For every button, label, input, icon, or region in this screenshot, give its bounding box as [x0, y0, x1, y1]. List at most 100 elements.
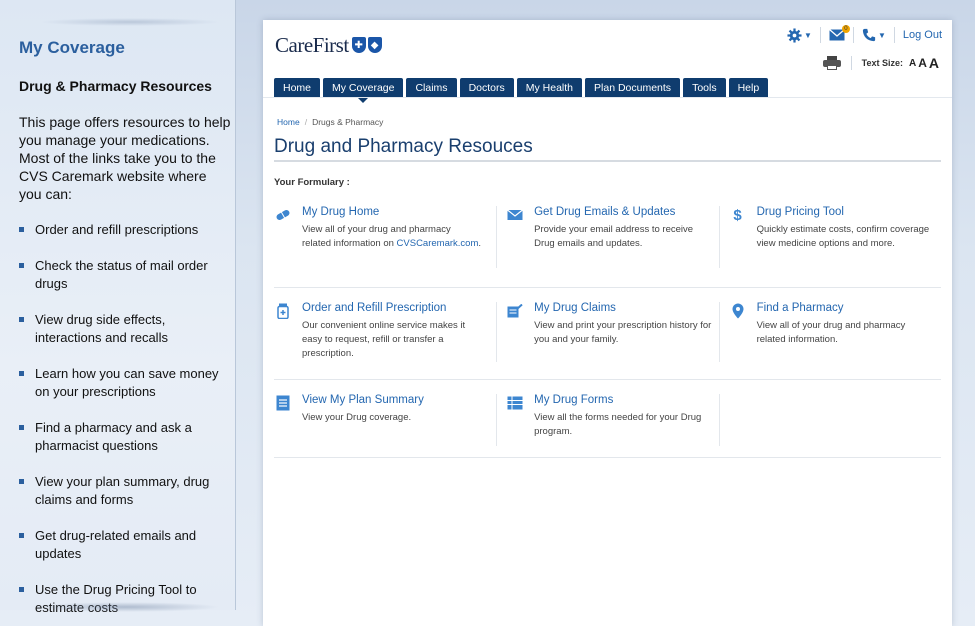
- row-divider: [274, 457, 941, 458]
- resource-find-pharmacy: Find a Pharmacy View all of your drug an…: [718, 298, 941, 380]
- tab-help[interactable]: Help: [728, 78, 769, 97]
- resource-title-link[interactable]: My Drug Home: [302, 206, 496, 218]
- sidebar-list-item-text: Get drug-related emails and updates: [35, 528, 197, 561]
- bullet-icon: [19, 533, 24, 538]
- prescription-bottle-icon: [274, 303, 292, 319]
- divider: [718, 302, 720, 362]
- sidebar-list-item-text: Learn how you can save money on your pre…: [35, 366, 219, 399]
- divider: [852, 27, 854, 43]
- sidebar-list-item: Check the status of mail order drugs: [19, 257, 219, 293]
- sidebar-list-item-text: Check the status of mail order drugs: [35, 258, 208, 291]
- formulary-label: Your Formulary :: [274, 177, 350, 188]
- bullet-icon: [19, 227, 24, 232]
- bullet-icon: [19, 317, 24, 322]
- resource-title-link[interactable]: View My Plan Summary: [302, 394, 496, 406]
- tab-home[interactable]: Home: [274, 78, 321, 97]
- resource-row: View My Plan Summary View your Drug cove…: [274, 380, 941, 458]
- tab-plan-documents[interactable]: Plan Documents: [585, 78, 681, 97]
- resource-row: Order and Refill Prescription Our conven…: [274, 288, 941, 380]
- sidebar-list-item-text: Order and refill prescriptions: [35, 222, 199, 237]
- divider: [718, 394, 720, 446]
- dollar-icon: $: [733, 206, 742, 224]
- resource-description: View all of your drug and pharmacy relat…: [302, 223, 482, 251]
- resource-my-drug-home: My Drug Home View all of your drug and p…: [274, 202, 496, 288]
- message-count-badge: 0: [841, 25, 850, 33]
- text-size-large-button[interactable]: A: [929, 55, 939, 71]
- sidebar-list-item: Find a pharmacy and ask a pharmacist que…: [19, 419, 219, 455]
- title-rule: [274, 160, 941, 162]
- divider: [819, 27, 821, 43]
- breadcrumb-home-link[interactable]: Home: [277, 117, 300, 127]
- tab-my-health[interactable]: My Health: [516, 78, 583, 97]
- resource-description: View all of your drug and pharmacy relat…: [756, 320, 906, 345]
- nav-underline: [263, 97, 952, 98]
- sidebar-list-item: Order and refill prescriptions: [19, 221, 219, 239]
- tab-tools[interactable]: Tools: [683, 78, 726, 97]
- tab-claims[interactable]: Claims: [406, 78, 457, 97]
- resource-title-link[interactable]: My Drug Forms: [534, 394, 718, 406]
- resource-description: View and print your prescription history…: [534, 320, 712, 345]
- resource-title-link[interactable]: My Drug Claims: [534, 302, 718, 314]
- tab-doctors[interactable]: Doctors: [459, 78, 514, 97]
- divider: [718, 206, 720, 268]
- pill-icon: [274, 207, 292, 223]
- phone-menu[interactable]: ▼: [862, 28, 886, 42]
- resource-my-drug-claims: My Drug Claims View and print your presc…: [496, 298, 718, 380]
- breadcrumb-current: Drugs & Pharmacy: [312, 117, 384, 127]
- resource-row: My Drug Home View all of your drug and p…: [274, 202, 941, 288]
- forms-list-icon: [506, 395, 524, 411]
- resource-description: Provide your email address to receive Dr…: [534, 224, 694, 249]
- main-nav: Home My Coverage Claims Doctors My Healt…: [274, 78, 769, 103]
- text-size-medium-button[interactable]: A: [918, 56, 927, 70]
- resource-title-link[interactable]: Find a Pharmacy: [757, 302, 941, 314]
- resource-empty-cell: [718, 390, 941, 458]
- cross-shield-icon: ✚: [351, 37, 366, 53]
- sidebar-list-item-text: Find a pharmacy and ask a pharmacist que…: [35, 420, 192, 453]
- phone-icon: [862, 28, 876, 42]
- divider: [496, 394, 498, 446]
- breadcrumb: Home / Drugs & Pharmacy: [277, 117, 383, 127]
- settings-menu[interactable]: ▼: [787, 27, 812, 43]
- bullet-icon: [19, 425, 24, 430]
- resource-description: Quickly estimate costs, confirm coverage…: [756, 224, 930, 249]
- sidebar-subtitle: Drug & Pharmacy Resources: [19, 78, 212, 94]
- cvs-caremark-link[interactable]: CVSCaremark.com: [397, 238, 479, 249]
- top-utility-icons: ▼ 0 ▼ Log Out: [787, 25, 942, 45]
- sidebar-list-item: View drug side effects, interactions and…: [19, 311, 219, 347]
- resource-my-drug-forms: My Drug Forms View all the forms needed …: [496, 390, 718, 458]
- chevron-down-icon: ▼: [877, 30, 886, 40]
- divider: [850, 56, 852, 70]
- page-title: Drug and Pharmacy Resouces: [274, 136, 533, 157]
- resource-get-drug-emails: Get Drug Emails & Updates Provide your e…: [496, 202, 718, 288]
- divider: [893, 27, 895, 43]
- text-size-small-button[interactable]: A: [909, 58, 916, 69]
- utility-row: Text Size: A A A: [822, 55, 939, 71]
- bullet-icon: [19, 371, 24, 376]
- sidebar-list-item: Learn how you can save money on your pre…: [19, 365, 219, 401]
- resource-drug-pricing-tool: $ Drug Pricing Tool Quickly estimate cos…: [718, 202, 941, 288]
- resource-grid: My Drug Home View all of your drug and p…: [274, 202, 941, 458]
- sidebar: My Coverage Drug & Pharmacy Resources Th…: [0, 0, 236, 615]
- resource-description-end: .: [478, 238, 481, 249]
- sidebar-list: Order and refill prescriptions Check the…: [19, 221, 235, 617]
- resource-title-link[interactable]: Order and Refill Prescription: [302, 302, 496, 314]
- messages-menu[interactable]: 0: [829, 25, 850, 41]
- logout-link[interactable]: Log Out: [903, 29, 942, 41]
- text-size-label: Text Size:: [861, 58, 903, 68]
- main-panel: CareFirst ✚ ◆ ▼ 0 ▼ Log Out Text Size: A…: [263, 20, 952, 626]
- resource-title-link[interactable]: Drug Pricing Tool: [757, 206, 941, 218]
- sidebar-list-item-text: View your plan summary, drug claims and …: [35, 474, 210, 507]
- resource-description: Our convenient online service makes it e…: [302, 320, 466, 359]
- resource-order-refill: Order and Refill Prescription Our conven…: [274, 298, 496, 380]
- sidebar-list-item-text: View drug side effects, interactions and…: [35, 312, 168, 345]
- resource-title-link[interactable]: Get Drug Emails & Updates: [534, 206, 718, 218]
- tab-my-coverage[interactable]: My Coverage: [323, 78, 404, 103]
- printer-icon[interactable]: [822, 56, 841, 70]
- sidebar-title: My Coverage: [19, 38, 125, 57]
- sidebar-intro: This page offers resources to help you m…: [19, 114, 231, 202]
- carefirst-logo[interactable]: CareFirst ✚ ◆: [275, 32, 382, 57]
- bullet-icon: [19, 263, 24, 268]
- sidebar-bottom-shadow: [30, 602, 220, 612]
- logo-text: CareFirst: [275, 32, 349, 57]
- resource-view-plan-summary: View My Plan Summary View your Drug cove…: [274, 390, 496, 458]
